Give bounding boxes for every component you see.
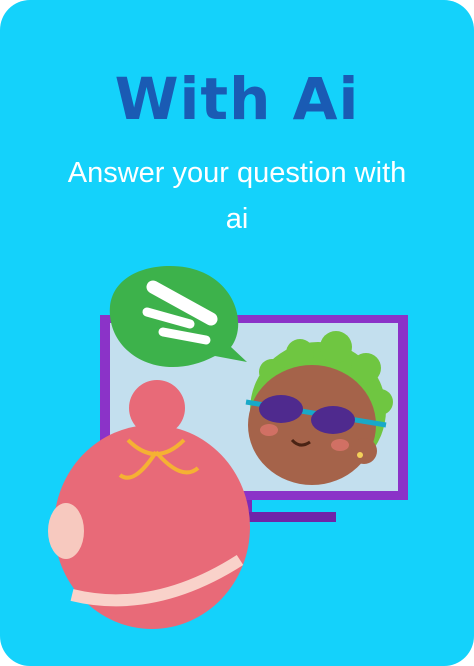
feature-card: With Ai Answer your question with ai: [0, 0, 474, 666]
ai-chat-illustration: [48, 266, 408, 629]
card-subtitle: Answer your question with ai: [67, 157, 407, 235]
chat-bubble-icon: [109, 266, 247, 368]
card-title: With Ai: [114, 65, 360, 133]
